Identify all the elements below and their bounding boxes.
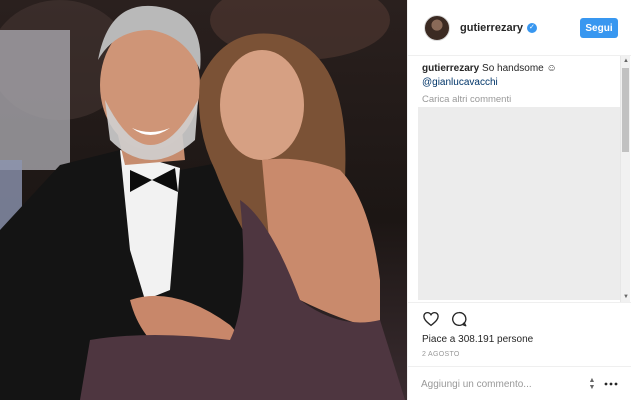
- post-photo[interactable]: [0, 0, 407, 400]
- verified-badge-icon: ✓: [526, 22, 537, 33]
- more-options-icon[interactable]: [604, 377, 618, 391]
- scroll-down-icon[interactable]: ▼: [621, 292, 631, 302]
- comments-section: gutierrezary So handsome ☺ @gianlucavacc…: [422, 62, 618, 105]
- follow-button[interactable]: Segui: [580, 18, 618, 38]
- placeholder-overlay: [418, 107, 625, 300]
- chevron-updown-icon[interactable]: ▲ ▼: [587, 377, 597, 391]
- comment-input[interactable]: [421, 375, 581, 393]
- divider: [407, 302, 631, 303]
- post-caption: gutierrezary So handsome ☺ @gianlucavacc…: [422, 62, 618, 90]
- comments-scrollbar[interactable]: ▲ ▼: [620, 56, 630, 302]
- post-header: gutierrezary ✓ Segui: [408, 0, 631, 56]
- comment-bar: ▲▼: [407, 366, 631, 400]
- photo-illustration: [0, 0, 405, 400]
- scroll-thumb[interactable]: [622, 68, 629, 152]
- load-more-comments-link[interactable]: Carica altri commenti: [422, 94, 618, 105]
- username-link[interactable]: gutierrezary: [460, 22, 523, 34]
- caption-username[interactable]: gutierrezary: [422, 63, 479, 74]
- caption-text: So handsome: [482, 63, 544, 74]
- smile-emoji-icon: ☺: [546, 63, 557, 74]
- comment-icon[interactable]: [450, 310, 468, 328]
- post-actions: [422, 310, 468, 328]
- post-date: 2 AGOSTO: [422, 351, 460, 358]
- scroll-up-icon[interactable]: ▲: [621, 56, 631, 66]
- likes-count[interactable]: Piace a 308.191 persone: [422, 334, 533, 345]
- heart-icon[interactable]: [422, 310, 440, 328]
- user-avatar[interactable]: [424, 14, 450, 41]
- mention-link[interactable]: @gianlucavacchi: [422, 77, 498, 88]
